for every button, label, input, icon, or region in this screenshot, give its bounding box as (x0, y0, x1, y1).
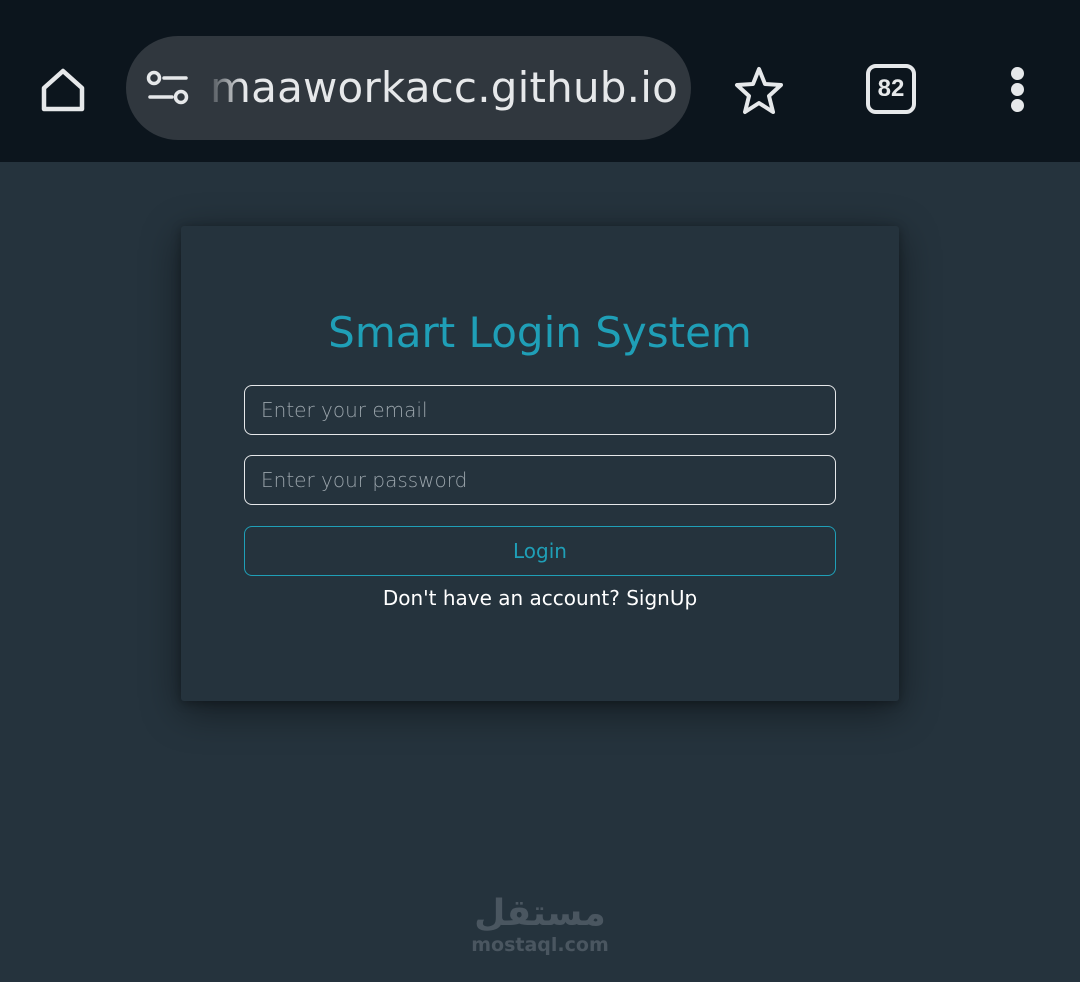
email-field[interactable] (244, 385, 836, 435)
browser-toolbar: nimaaworkacc.github.io 82 (0, 0, 1080, 162)
tune-icon[interactable] (146, 70, 190, 106)
watermark-latin: mostaql.com (471, 934, 609, 956)
home-icon (41, 68, 85, 112)
more-vertical-icon[interactable] (998, 64, 1038, 114)
page-title: Smart Login System (328, 308, 752, 357)
tab-switcher-button[interactable]: 82 (866, 64, 916, 114)
menu-dot (1011, 99, 1024, 112)
login-button[interactable]: Login (244, 526, 836, 576)
star-outline-icon[interactable] (732, 64, 786, 118)
mostaql-watermark: مستقل mostaql.com (440, 894, 640, 966)
url-text[interactable]: nimaaworkacc.github.io (208, 36, 678, 140)
signup-prompt-text: Don't have an account? (382, 586, 627, 610)
signup-link[interactable]: SignUp (626, 586, 697, 610)
menu-dot (1011, 67, 1024, 80)
watermark-arabic: مستقل (474, 893, 606, 934)
address-bar[interactable]: nimaaworkacc.github.io (126, 36, 691, 140)
signup-prompt: Don't have an account? SignUp (181, 586, 899, 610)
login-card: Smart Login System Login Don't have an a… (181, 226, 899, 701)
home-button[interactable] (32, 60, 94, 118)
menu-dot (1011, 83, 1024, 96)
password-field[interactable] (244, 455, 836, 505)
